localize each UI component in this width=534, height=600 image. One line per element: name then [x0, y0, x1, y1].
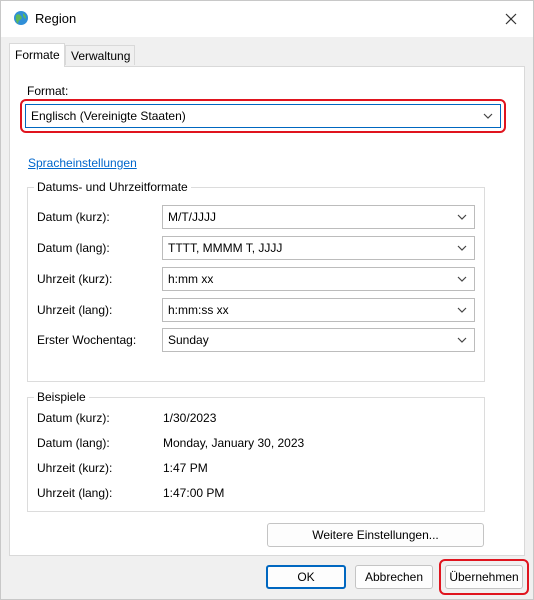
example-date-long-label: Datum (lang): — [37, 436, 110, 450]
tab-verwaltung[interactable]: Verwaltung — [65, 45, 135, 65]
apply-button[interactable]: Übernehmen — [445, 565, 523, 589]
chevron-down-icon — [457, 337, 467, 343]
example-time-short-value: 1:47 PM — [163, 461, 208, 475]
date-short-value: M/T/JJJJ — [168, 210, 216, 224]
time-long-label: Uhrzeit (lang): — [37, 303, 113, 317]
formate-panel: Format: Englisch (Vereinigte Staaten) Sp… — [9, 66, 525, 556]
region-dialog: Region Formate Verwaltung Format: Englis… — [0, 0, 534, 600]
time-long-dropdown[interactable]: h:mm:ss xx — [162, 298, 475, 322]
example-time-long-value: 1:47:00 PM — [163, 486, 225, 500]
ok-button[interactable]: OK — [266, 565, 346, 589]
tab-formate[interactable]: Formate — [9, 43, 65, 67]
format-dropdown[interactable]: Englisch (Vereinigte Staaten) — [25, 104, 501, 128]
date-short-dropdown[interactable]: M/T/JJJJ — [162, 205, 475, 229]
language-settings-link[interactable]: Spracheinstellungen — [28, 156, 137, 170]
globe-icon — [14, 11, 28, 25]
title-bar: Region — [1, 1, 533, 37]
format-label: Format: — [27, 84, 69, 98]
chevron-down-icon — [457, 307, 467, 313]
first-weekday-value: Sunday — [168, 333, 209, 347]
window-title: Region — [35, 11, 77, 26]
chevron-down-icon — [457, 276, 467, 282]
date-long-value: TTTT, MMMM T, JJJJ — [168, 241, 283, 255]
example-date-short-value: 1/30/2023 — [163, 411, 217, 425]
time-short-dropdown[interactable]: h:mm xx — [162, 267, 475, 291]
date-long-label: Datum (lang): — [37, 241, 110, 255]
chevron-down-icon — [457, 245, 467, 251]
date-short-label: Datum (kurz): — [37, 210, 110, 224]
datetime-group-title: Datums- und Uhrzeitformate — [34, 180, 191, 194]
first-weekday-dropdown[interactable]: Sunday — [162, 328, 475, 352]
example-date-short-label: Datum (kurz): — [37, 411, 110, 425]
time-short-value: h:mm xx — [168, 272, 214, 286]
chevron-down-icon — [483, 113, 493, 119]
time-long-value: h:mm:ss xx — [168, 303, 229, 317]
example-date-long-value: Monday, January 30, 2023 — [163, 436, 305, 450]
cancel-button[interactable]: Abbrechen — [355, 565, 433, 589]
more-settings-button[interactable]: Weitere Einstellungen... — [267, 523, 484, 547]
time-short-label: Uhrzeit (kurz): — [37, 272, 113, 286]
format-value: Englisch (Vereinigte Staaten) — [31, 109, 186, 123]
close-icon — [505, 13, 517, 25]
close-button[interactable] — [489, 1, 533, 37]
example-time-long-label: Uhrzeit (lang): — [37, 486, 113, 500]
chevron-down-icon — [457, 214, 467, 220]
first-weekday-label: Erster Wochentag: — [37, 333, 137, 347]
date-long-dropdown[interactable]: TTTT, MMMM T, JJJJ — [162, 236, 475, 260]
example-time-short-label: Uhrzeit (kurz): — [37, 461, 113, 475]
examples-group-title: Beispiele — [34, 390, 89, 404]
